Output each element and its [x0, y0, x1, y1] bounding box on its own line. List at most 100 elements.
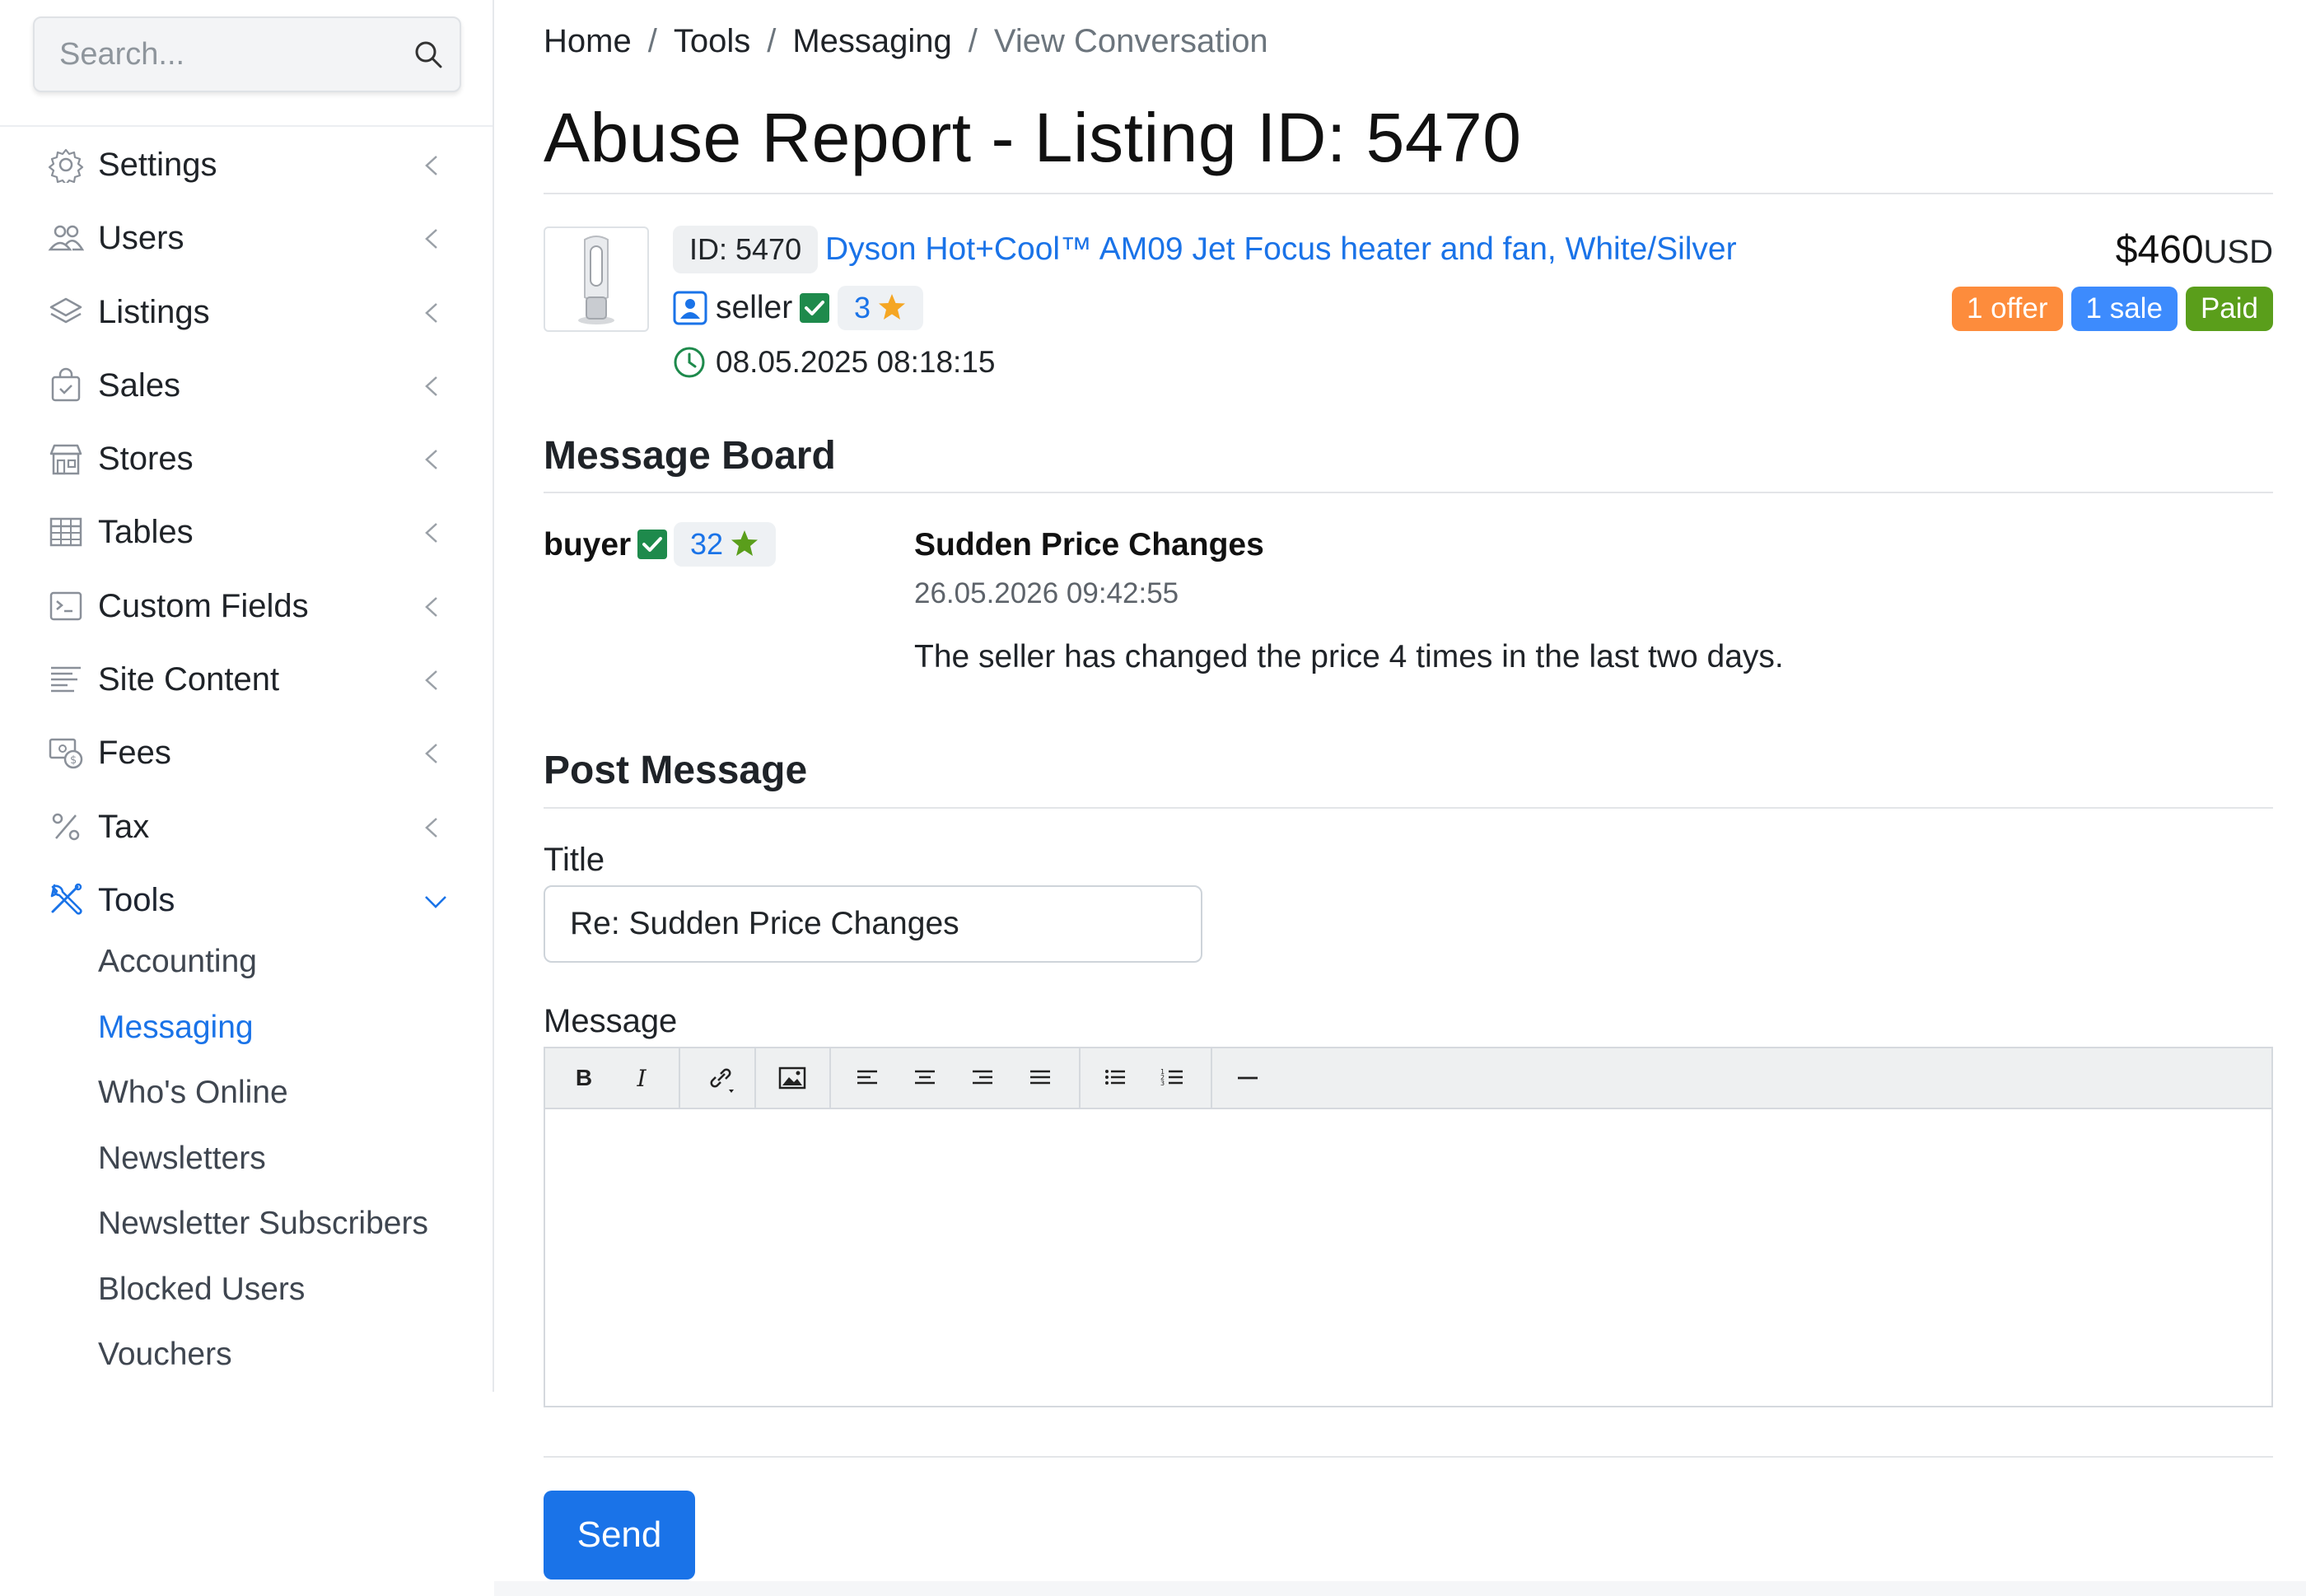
table-icon: [48, 514, 84, 550]
paid-badge: Paid: [2185, 287, 2273, 331]
title-divider: [544, 193, 2273, 194]
chevron-left-icon: [422, 519, 441, 547]
sidebar-item-sales[interactable]: Sales: [0, 349, 492, 422]
align-right-icon[interactable]: [954, 1048, 1011, 1108]
message-editor: B I 1 2 3: [544, 1047, 2273, 1407]
clock-icon: [673, 346, 706, 379]
submenu-item-newsletters[interactable]: Newsletters: [0, 1128, 492, 1194]
toolbar-separator: [829, 1048, 831, 1108]
submenu-item-vouchers[interactable]: Vouchers: [0, 1324, 492, 1390]
verified-check-icon: [799, 292, 830, 324]
message-subject: Sudden Price Changes: [914, 527, 1264, 562]
seller-username[interactable]: seller: [716, 284, 792, 332]
search-box: [33, 16, 461, 92]
sidebar-item-users[interactable]: Users: [0, 202, 492, 275]
money-icon: $: [48, 735, 84, 771]
link-icon[interactable]: [692, 1048, 749, 1108]
tools-submenu: Accounting Messaging Who's Online Newsle…: [0, 931, 492, 1390]
text-lines-icon: [48, 661, 84, 698]
submenu-item-messaging[interactable]: Messaging: [0, 997, 492, 1063]
svg-text:3: 3: [1160, 1080, 1165, 1087]
title-input[interactable]: [544, 885, 1202, 963]
chevron-left-icon: [422, 372, 441, 400]
search-input[interactable]: [59, 18, 405, 91]
verified-check-icon: [637, 529, 668, 560]
tools-icon: [48, 882, 84, 918]
sidebar-item-fees[interactable]: $ Fees: [0, 716, 492, 790]
align-justify-icon[interactable]: [1011, 1048, 1069, 1108]
store-icon: [48, 441, 84, 477]
submenu-item-label: Newsletters: [98, 1140, 266, 1176]
author-username[interactable]: buyer: [544, 520, 631, 570]
chevron-left-icon: [422, 666, 441, 694]
bullet-list-icon[interactable]: [1086, 1048, 1144, 1108]
message-textarea[interactable]: [545, 1109, 2271, 1406]
sidebar-item-label: Tools: [98, 881, 175, 918]
horizontal-rule-icon[interactable]: [1219, 1048, 1277, 1108]
listing-badges: 1 offer 1 sale Paid: [1951, 287, 2273, 331]
sidebar-item-label: Users: [98, 220, 184, 257]
title-label: Title: [544, 842, 605, 878]
message-board-heading: Message Board: [544, 434, 836, 478]
chevron-left-icon: [422, 593, 441, 621]
align-center-icon[interactable]: [896, 1048, 954, 1108]
star-icon: [730, 526, 759, 556]
numbered-list-icon[interactable]: 123: [1144, 1048, 1202, 1108]
editor-toolbar: B I 1 2 3: [545, 1048, 2271, 1109]
submenu-item-accounting[interactable]: Accounting: [0, 931, 492, 997]
users-icon: [48, 220, 85, 256]
sidebar-item-tools[interactable]: Tools: [0, 864, 492, 937]
sidebar-item-tables[interactable]: Tables: [0, 496, 492, 569]
sidebar-item-settings[interactable]: Settings: [0, 128, 492, 202]
sidebar-item-stores[interactable]: Stores: [0, 422, 492, 496]
breadcrumb-tools[interactable]: Tools: [674, 23, 750, 59]
submenu-item-label: Messaging: [98, 1009, 254, 1045]
toolbar-separator: [1079, 1048, 1081, 1108]
sidebar-item-label: Sales: [98, 366, 181, 404]
sidebar-item-label: Fees: [98, 735, 171, 772]
svg-text:$: $: [70, 754, 77, 767]
chevron-left-icon: [422, 225, 441, 253]
sales-badge[interactable]: 1 sale: [2070, 287, 2178, 331]
section-divider: [544, 492, 2273, 493]
listing-thumbnail[interactable]: [544, 226, 649, 332]
seller-rating[interactable]: 3: [838, 286, 924, 330]
breadcrumb-home[interactable]: Home: [544, 23, 632, 59]
message-label: Message: [544, 1003, 678, 1039]
image-icon[interactable]: [763, 1048, 821, 1108]
toolbar-separator: [1211, 1048, 1212, 1108]
sidebar-item-listings[interactable]: Listings: [0, 276, 492, 349]
listing-title-link[interactable]: Dyson Hot+Cool™ AM09 Jet Focus heater an…: [825, 226, 1737, 273]
submenu-item-label: Accounting: [98, 944, 257, 979]
user-badge-icon: [673, 291, 707, 325]
italic-button[interactable]: I: [613, 1048, 670, 1108]
submenu-item-newsletter-subscribers[interactable]: Newsletter Subscribers: [0, 1193, 492, 1259]
sidebar-item-custom-fields[interactable]: Custom Fields: [0, 570, 492, 643]
shopping-bag-icon: [48, 367, 84, 404]
offers-badge[interactable]: 1 offer: [1951, 287, 2063, 331]
breadcrumb-messaging[interactable]: Messaging: [792, 23, 951, 59]
sidebar-item-tax[interactable]: Tax: [0, 791, 492, 864]
gear-icon: [48, 147, 84, 186]
sidebar-divider: [0, 125, 492, 127]
page-title: Abuse Report - Listing ID: 5470: [544, 99, 1522, 176]
layers-icon: [48, 294, 84, 330]
author-rating[interactable]: 32: [674, 522, 777, 567]
send-button[interactable]: Send: [544, 1491, 695, 1580]
rating-value: 3: [854, 291, 871, 324]
price-currency: USD: [2203, 234, 2273, 270]
sidebar-item-site-content[interactable]: Site Content: [0, 643, 492, 716]
sidebar-item-label: Settings: [98, 147, 217, 183]
align-left-icon[interactable]: [838, 1048, 896, 1108]
sidebar-item-label: Custom Fields: [98, 587, 309, 624]
sidebar-item-label: Listings: [98, 293, 210, 330]
toolbar-separator: [754, 1048, 756, 1108]
post-message-heading: Post Message: [544, 749, 808, 792]
sidebar-item-label: Tax: [98, 808, 150, 845]
bold-button[interactable]: B: [555, 1048, 613, 1108]
submenu-item-blocked-users[interactable]: Blocked Users: [0, 1259, 492, 1325]
chevron-left-icon: [422, 446, 441, 474]
search-icon[interactable]: [412, 38, 445, 71]
submenu-item-whos-online[interactable]: Who's Online: [0, 1062, 492, 1128]
chevron-left-icon: [422, 740, 441, 768]
